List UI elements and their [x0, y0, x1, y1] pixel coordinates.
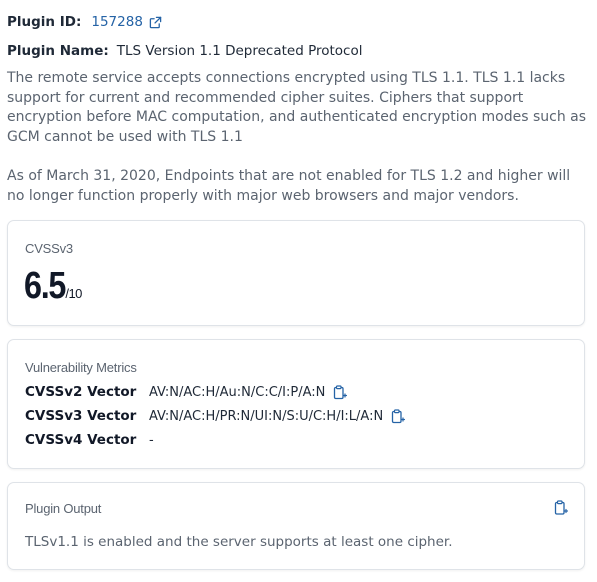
- metrics-title: Vulnerability Metrics: [25, 360, 137, 375]
- plugin-description: The remote service accepts connections e…: [7, 69, 587, 206]
- plugin-name-value: TLS Version 1.1 Deprecated Protocol: [116, 43, 363, 59]
- cvss-label: CVSSv3: [25, 241, 73, 256]
- metrics-row-cvssv2: CVSSv2 Vector AV:N/AC:H/Au:N/C:C/I:P/A:N: [25, 384, 348, 400]
- cvss-score-card: CVSSv3 6.5/10: [7, 220, 585, 326]
- plugin-output-card: Plugin Output TLSv1.1 is enabled and the…: [7, 482, 585, 570]
- metric-value: -: [149, 432, 154, 448]
- description-paragraph: As of March 31, 2020, Endpoints that are…: [7, 167, 571, 204]
- cvss-score: 6.5/10: [24, 265, 82, 308]
- description-paragraph: The remote service accepts connections e…: [7, 70, 587, 145]
- plugin-name-row: Plugin Name: TLS Version 1.1 Deprecated …: [7, 42, 362, 60]
- clipboard-copy-icon[interactable]: [333, 384, 348, 400]
- plugin-output-title: Plugin Output: [25, 501, 102, 516]
- cvss-score-value: 6.5: [24, 265, 66, 307]
- clipboard-copy-icon[interactable]: [391, 408, 406, 424]
- clipboard-copy-icon[interactable]: [554, 500, 568, 516]
- cvss-score-max: /10: [65, 286, 82, 301]
- metric-value: AV:N/AC:H/PR:N/UI:N/S:U/C:H/I:L/A:N: [149, 408, 384, 424]
- plugin-id-label: Plugin ID:: [7, 14, 82, 30]
- external-link-icon[interactable]: [149, 16, 162, 29]
- vulnerability-metrics-card: Vulnerability Metrics CVSSv2 Vector AV:N…: [7, 339, 585, 469]
- metric-label: CVSSv4 Vector: [25, 432, 137, 448]
- metric-value: AV:N/AC:H/Au:N/C:C/I:P/A:N: [149, 384, 326, 400]
- metric-label: CVSSv3 Vector: [25, 408, 137, 424]
- metric-label: CVSSv2 Vector: [25, 384, 137, 400]
- plugin-name-label: Plugin Name:: [7, 43, 109, 59]
- metrics-row-cvssv3: CVSSv3 Vector AV:N/AC:H/PR:N/UI:N/S:U/C:…: [25, 408, 406, 424]
- metrics-row-cvssv4: CVSSv4 Vector -: [25, 432, 154, 448]
- plugin-id-row: Plugin ID: 157288: [7, 13, 162, 31]
- plugin-id-link[interactable]: 157288: [91, 13, 143, 31]
- plugin-output-text: TLSv1.1 is enabled and the server suppor…: [25, 534, 453, 550]
